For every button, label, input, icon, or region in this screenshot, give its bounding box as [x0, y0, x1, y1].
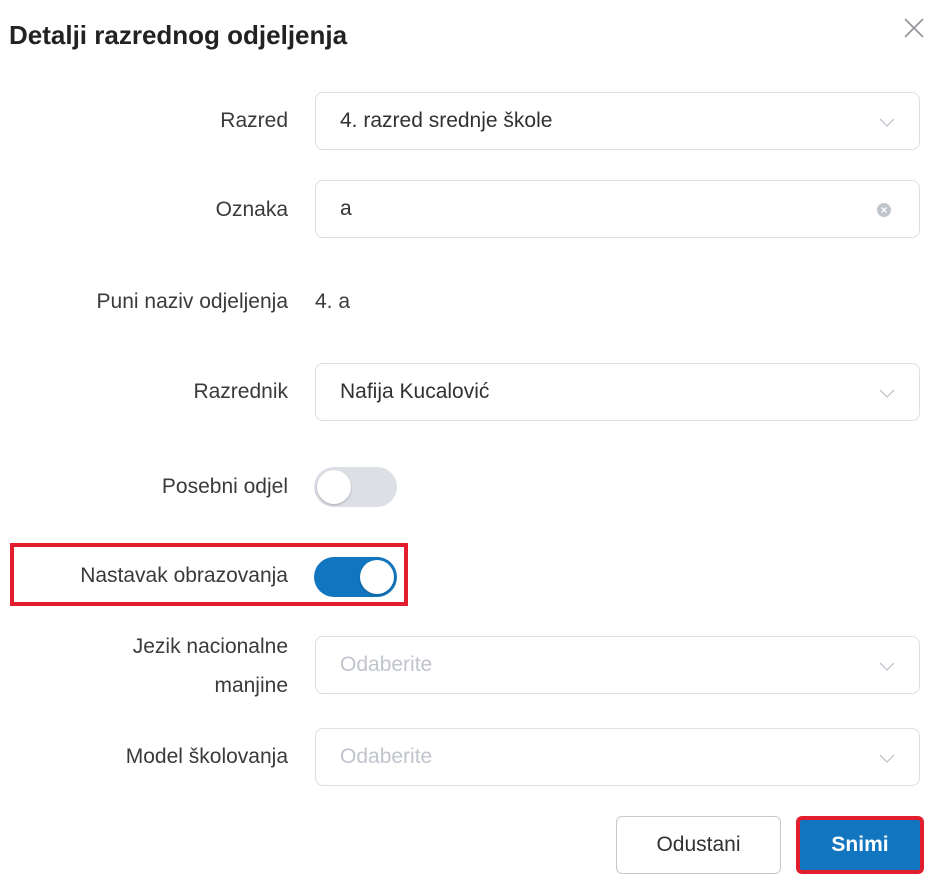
jezik-label-line1: Jezik nacionalne [132, 635, 288, 658]
razred-select[interactable]: 4. razred srednje škole [315, 92, 920, 150]
chevron-down-icon [879, 754, 895, 763]
switch-knob [317, 470, 351, 504]
oznaka-label: Oznaka [215, 198, 288, 221]
chevron-down-icon [879, 118, 895, 127]
nastavak-obrazovanja-label: Nastavak obrazovanja [80, 564, 288, 587]
oznaka-input[interactable]: a [315, 180, 920, 238]
puni-naziv-label: Puni naziv odjeljenja [96, 290, 288, 313]
posebni-odjel-label: Posebni odjel [161, 475, 288, 498]
nastavak-obrazovanja-switch[interactable] [314, 557, 397, 597]
clear-icon[interactable] [877, 203, 891, 217]
model-label: Model školovanja [125, 745, 288, 768]
chevron-down-icon [879, 662, 895, 671]
dialog-title: Detalji razrednog odjeljenja [9, 20, 348, 50]
jezik-select[interactable]: Odaberite [315, 636, 920, 694]
razrednik-label: Razrednik [193, 380, 288, 403]
razrednik-select-value: Nafija Kucalović [340, 380, 490, 403]
jezik-select-placeholder: Odaberite [340, 653, 433, 676]
switch-knob [360, 560, 394, 594]
close-icon[interactable] [902, 16, 926, 40]
jezik-label-line2: manjine [214, 674, 288, 697]
puni-naziv-value: 4. a [315, 290, 351, 313]
cancel-button[interactable]: Odustani [616, 816, 781, 874]
save-button[interactable]: Snimi [796, 816, 924, 874]
razrednik-select[interactable]: Nafija Kucalović [315, 363, 920, 421]
razred-select-value: 4. razred srednje škole [340, 109, 553, 132]
posebni-odjel-switch[interactable] [314, 467, 397, 507]
chevron-down-icon [879, 389, 895, 398]
razred-label: Razred [220, 109, 288, 132]
model-select-placeholder: Odaberite [340, 745, 433, 768]
oznaka-input-value: a [340, 197, 352, 220]
model-select[interactable]: Odaberite [315, 728, 920, 786]
